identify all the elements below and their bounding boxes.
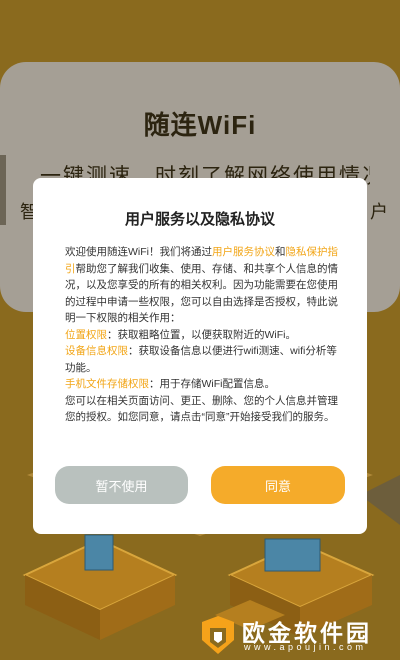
storage-permission-label: 手机文件存储权限: [65, 378, 149, 390]
intro-text-2: 帮助您了解我们收集、使用、存储、和共享个人信息的情况，以及您享受的所有的相关权利…: [65, 262, 338, 325]
storage-permission-desc: ：用于存储WiFi配置信息。: [149, 378, 275, 390]
decline-button[interactable]: 暂不使用: [55, 466, 188, 504]
location-permission-label: 位置权限: [65, 328, 107, 341]
dialog-body: 欢迎使用随连WiFi！我们将通过用户服务协议和隐私保护指引帮助您了解我们收集、使…: [65, 244, 345, 426]
device-permission-label: 设备信息权限: [65, 345, 128, 357]
location-permission-desc: ：获取粗略位置，以便获取附近的WiFi。: [107, 328, 296, 341]
privacy-dialog: 用户服务以及隐私协议 欢迎使用随连WiFi！我们将通过用户服务协议和隐私保护指引…: [33, 178, 367, 534]
dialog-title: 用户服务以及隐私协议: [124, 211, 275, 228]
intro-text: 欢迎使用随连WiFi！我们将通过: [65, 246, 212, 258]
watermark-logo-icon: [202, 616, 234, 654]
watermark-url: www.apoujin.com: [244, 642, 367, 652]
user-agreement-link[interactable]: 用户服务协议: [212, 246, 275, 258]
watermark: 欧金软件园 www.apoujin.com: [198, 612, 398, 658]
agree-button[interactable]: 同意: [211, 466, 345, 504]
outro-text: 您可以在相关页面访问、更正、删除、您的个人信息并管理您的授权。如您同意，请点击“…: [65, 394, 338, 424]
conjunction-text: 和: [275, 246, 286, 258]
